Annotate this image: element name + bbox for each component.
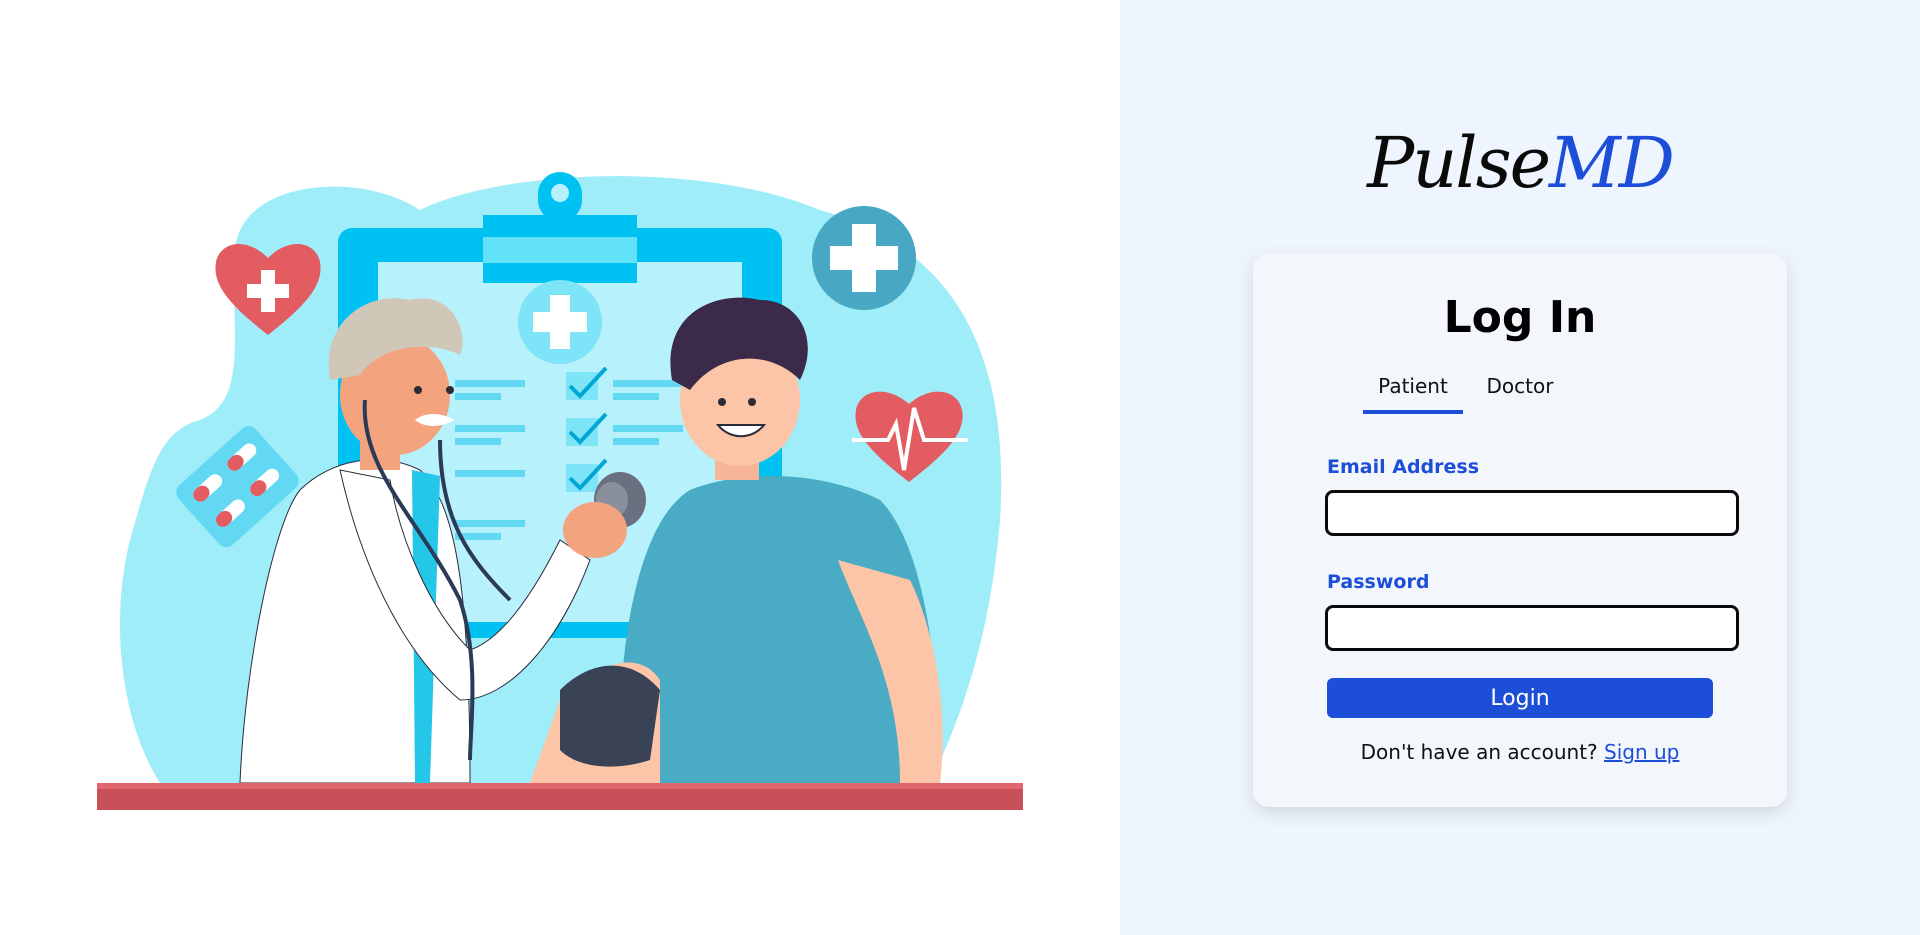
login-button[interactable]: Login xyxy=(1327,678,1713,718)
brand-name-part-1: Pulse xyxy=(1367,122,1551,204)
login-title: Log In xyxy=(1443,292,1597,343)
email-label: Email Address xyxy=(1327,456,1480,478)
doctor-patient-illustration xyxy=(97,172,1023,810)
medical-cross-icon xyxy=(812,206,916,310)
brand-name-part-2: MD xyxy=(1549,122,1675,204)
tab-patient[interactable]: Patient xyxy=(1363,372,1463,414)
tab-doctor[interactable]: Doctor xyxy=(1475,372,1565,400)
brand-logo: PulseMD xyxy=(1120,118,1920,208)
signup-link[interactable]: Sign up xyxy=(1604,740,1679,764)
email-field[interactable] xyxy=(1325,490,1739,536)
illustration-panel xyxy=(0,0,1120,935)
signup-row: Don't have an account? Sign up xyxy=(1120,738,1920,766)
login-panel: PulseMD Log In Patient Doctor Email Addr… xyxy=(1120,0,1920,935)
password-field[interactable] xyxy=(1325,605,1739,651)
signup-prompt: Don't have an account? xyxy=(1360,740,1598,764)
login-page: PulseMD Log In Patient Doctor Email Addr… xyxy=(0,0,1920,935)
password-label: Password xyxy=(1327,571,1430,593)
